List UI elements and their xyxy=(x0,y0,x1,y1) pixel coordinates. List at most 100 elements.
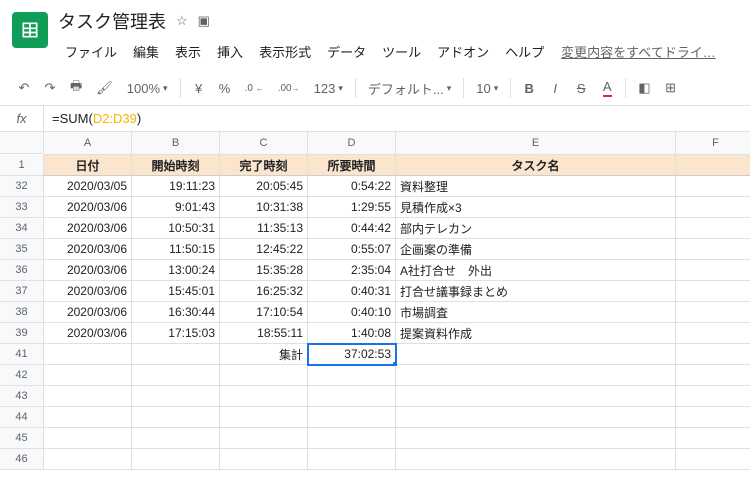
cell-E33[interactable]: 見積作成×3 xyxy=(396,197,676,218)
menu-insert[interactable]: 挿入 xyxy=(210,38,250,65)
cell-F42[interactable] xyxy=(676,365,750,386)
cell-C32[interactable]: 20:05:45 xyxy=(220,176,308,197)
row-header[interactable]: 36 xyxy=(0,260,44,281)
cell-D42[interactable] xyxy=(308,365,396,386)
cell-C1[interactable]: 完了時刻 xyxy=(220,155,308,176)
cell-D34[interactable]: 0:44:42 xyxy=(308,218,396,239)
cell-D39[interactable]: 1:40:08 xyxy=(308,323,396,344)
cell-C38[interactable]: 17:10:54 xyxy=(220,302,308,323)
cell-E43[interactable] xyxy=(396,386,676,407)
cell-D41[interactable]: 37:02:53 xyxy=(308,344,396,365)
cell-D44[interactable] xyxy=(308,407,396,428)
row-header[interactable]: 45 xyxy=(0,428,44,449)
borders-button[interactable]: ⊞ xyxy=(659,75,683,101)
cell-A46[interactable] xyxy=(44,449,132,470)
increase-decimal-button[interactable]: .00→ xyxy=(272,75,306,101)
cell-A1[interactable]: 日付 xyxy=(44,155,132,176)
number-format-dropdown[interactable]: 123 xyxy=(308,75,349,101)
cell-B45[interactable] xyxy=(132,428,220,449)
fill-color-button[interactable]: ◧ xyxy=(632,75,656,101)
cell-C34[interactable]: 11:35:13 xyxy=(220,218,308,239)
cell-B36[interactable]: 13:00:24 xyxy=(132,260,220,281)
cell-A38[interactable]: 2020/03/06 xyxy=(44,302,132,323)
cell-E34[interactable]: 部内テレカン xyxy=(396,218,676,239)
cell-A43[interactable] xyxy=(44,386,132,407)
cell-E37[interactable]: 打合せ議事録まとめ xyxy=(396,281,676,302)
cell-A37[interactable]: 2020/03/06 xyxy=(44,281,132,302)
strike-button[interactable]: S xyxy=(569,75,593,101)
percent-button[interactable]: % xyxy=(213,75,237,101)
col-header-E[interactable]: E xyxy=(396,132,676,154)
cell-F34[interactable] xyxy=(676,218,750,239)
row-header[interactable]: 33 xyxy=(0,197,44,218)
bold-button[interactable]: B xyxy=(517,75,541,101)
cell-C36[interactable]: 15:35:28 xyxy=(220,260,308,281)
text-color-button[interactable]: A xyxy=(595,75,619,101)
cell-E42[interactable] xyxy=(396,365,676,386)
cell-A44[interactable] xyxy=(44,407,132,428)
cell-C45[interactable] xyxy=(220,428,308,449)
cell-E36[interactable]: A社打合せ 外出 xyxy=(396,260,676,281)
cell-D45[interactable] xyxy=(308,428,396,449)
cell-D46[interactable] xyxy=(308,449,396,470)
row-header[interactable]: 42 xyxy=(0,365,44,386)
cell-A45[interactable] xyxy=(44,428,132,449)
row-header[interactable]: 1 xyxy=(0,155,44,176)
doc-title[interactable]: タスク管理表 xyxy=(58,8,166,34)
cell-B37[interactable]: 15:45:01 xyxy=(132,281,220,302)
cell-C39[interactable]: 18:55:11 xyxy=(220,323,308,344)
print-button[interactable]: 🖶 xyxy=(64,75,88,101)
menu-help[interactable]: ヘルプ xyxy=(498,38,551,65)
cell-B32[interactable]: 19:11:23 xyxy=(132,176,220,197)
menu-file[interactable]: ファイル xyxy=(58,38,124,65)
fx-icon[interactable]: fx xyxy=(0,106,44,131)
cell-F44[interactable] xyxy=(676,407,750,428)
cell-A35[interactable]: 2020/03/06 xyxy=(44,239,132,260)
cell-D37[interactable]: 0:40:31 xyxy=(308,281,396,302)
cell-F1[interactable] xyxy=(676,155,750,176)
cell-D32[interactable]: 0:54:22 xyxy=(308,176,396,197)
cell-E46[interactable] xyxy=(396,449,676,470)
formula-input[interactable]: =SUM(D2:D39) xyxy=(44,111,750,126)
move-icon[interactable]: ▣ xyxy=(198,13,210,29)
cell-A42[interactable] xyxy=(44,365,132,386)
menu-tools[interactable]: ツール xyxy=(375,38,428,65)
italic-button[interactable]: I xyxy=(543,75,567,101)
redo-button[interactable]: ↷ xyxy=(38,75,62,101)
cell-C37[interactable]: 16:25:32 xyxy=(220,281,308,302)
cell-F32[interactable] xyxy=(676,176,750,197)
cell-D33[interactable]: 1:29:55 xyxy=(308,197,396,218)
row-header[interactable]: 38 xyxy=(0,302,44,323)
cell-D35[interactable]: 0:55:07 xyxy=(308,239,396,260)
undo-button[interactable]: ↶ xyxy=(12,75,36,101)
cell-E32[interactable]: 資料整理 xyxy=(396,176,676,197)
row-header[interactable]: 32 xyxy=(0,176,44,197)
currency-button[interactable]: ¥ xyxy=(187,75,211,101)
col-header-B[interactable]: B xyxy=(132,132,220,154)
select-all-corner[interactable] xyxy=(0,132,44,154)
save-status[interactable]: 変更内容をすべてドライ… xyxy=(561,42,716,61)
cell-F41[interactable] xyxy=(676,344,750,365)
cell-B41[interactable] xyxy=(132,344,220,365)
cell-C41[interactable]: 集計 xyxy=(220,344,308,365)
col-header-A[interactable]: A xyxy=(44,132,132,154)
cell-B44[interactable] xyxy=(132,407,220,428)
cell-C35[interactable]: 12:45:22 xyxy=(220,239,308,260)
row-header[interactable]: 46 xyxy=(0,449,44,470)
cell-E39[interactable]: 提案資料作成 xyxy=(396,323,676,344)
cell-E45[interactable] xyxy=(396,428,676,449)
cell-A36[interactable]: 2020/03/06 xyxy=(44,260,132,281)
cell-A34[interactable]: 2020/03/06 xyxy=(44,218,132,239)
row-header[interactable]: 37 xyxy=(0,281,44,302)
row-header[interactable]: 44 xyxy=(0,407,44,428)
zoom-dropdown[interactable]: 100% xyxy=(121,75,174,101)
cell-F43[interactable] xyxy=(676,386,750,407)
cell-D38[interactable]: 0:40:10 xyxy=(308,302,396,323)
cell-D36[interactable]: 2:35:04 xyxy=(308,260,396,281)
font-dropdown[interactable]: デフォルト... xyxy=(362,75,457,101)
cell-B42[interactable] xyxy=(132,365,220,386)
menu-view[interactable]: 表示 xyxy=(168,38,208,65)
cell-D43[interactable] xyxy=(308,386,396,407)
cell-E41[interactable] xyxy=(396,344,676,365)
cell-E38[interactable]: 市場調査 xyxy=(396,302,676,323)
